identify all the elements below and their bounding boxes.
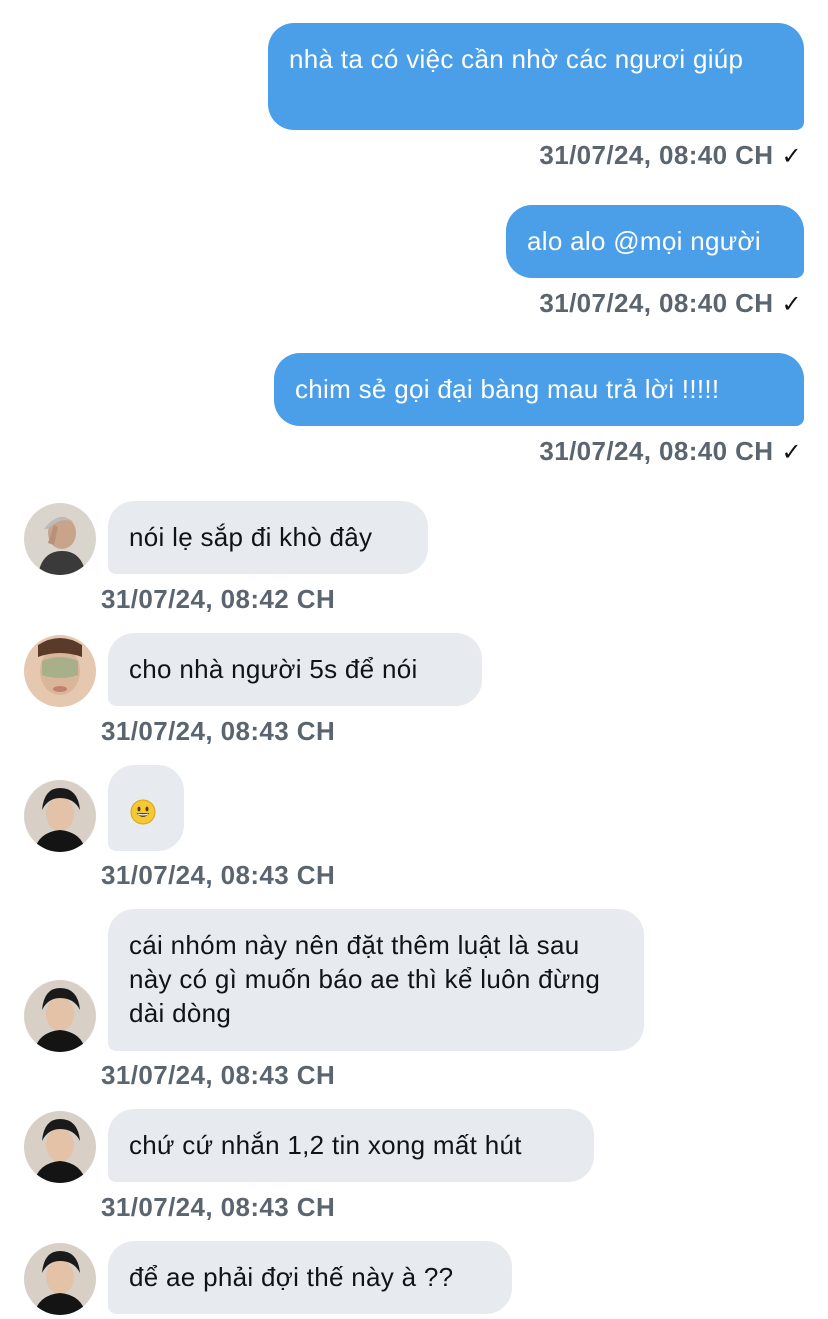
incoming-message[interactable]: nói lẹ sắp đi khò đây xyxy=(108,501,428,574)
outgoing-message[interactable]: alo alo @mọi người xyxy=(506,205,804,278)
message-timestamp: 31/07/24, 08:40 CH ✓ xyxy=(539,288,802,319)
avatar[interactable] xyxy=(24,980,96,1052)
avatar[interactable] xyxy=(24,503,96,575)
timestamp-text: 31/07/24, 08:40 CH xyxy=(539,288,774,318)
message-timestamp: 31/07/24, 08:43 CH xyxy=(101,716,336,746)
message-timestamp: 31/07/24, 08:43 CH xyxy=(101,860,336,890)
outgoing-message[interactable]: nhà ta có việc cần nhờ các ngươi giúp xyxy=(268,23,804,130)
message-timestamp: 31/07/24, 08:43 CH xyxy=(101,1192,336,1222)
message-timestamp: 31/07/24, 08:40 CH ✓ xyxy=(539,140,802,171)
incoming-message[interactable] xyxy=(108,765,184,851)
avatar[interactable] xyxy=(24,1243,96,1315)
incoming-message[interactable]: để ae phải đợi thế này à ?? xyxy=(108,1241,512,1314)
timestamp-text: 31/07/24, 08:40 CH xyxy=(539,140,774,170)
avatar[interactable] xyxy=(24,635,96,707)
read-check-icon: ✓ xyxy=(781,290,802,318)
timestamp-text: 31/07/24, 08:40 CH xyxy=(539,436,774,466)
outgoing-message[interactable]: chim sẻ gọi đại bàng mau trả lời !!!!! xyxy=(274,353,804,426)
read-check-icon: ✓ xyxy=(781,438,802,466)
avatar[interactable] xyxy=(24,1111,96,1183)
message-timestamp: 31/07/24, 08:43 CH xyxy=(101,1060,336,1090)
avatar[interactable] xyxy=(24,780,96,852)
message-timestamp: 31/07/24, 08:42 CH xyxy=(101,584,336,614)
incoming-message[interactable]: cái nhóm này nên đặt thêm luật là sau nà… xyxy=(108,909,644,1051)
read-check-icon: ✓ xyxy=(781,142,802,170)
message-timestamp: 31/07/24, 08:40 CH ✓ xyxy=(539,436,802,467)
incoming-message[interactable]: cho nhà người 5s để nói xyxy=(108,633,482,706)
grinning-face-emoji-icon xyxy=(130,799,156,825)
incoming-message[interactable]: chứ cứ nhắn 1,2 tin xong mất hút xyxy=(108,1109,594,1182)
